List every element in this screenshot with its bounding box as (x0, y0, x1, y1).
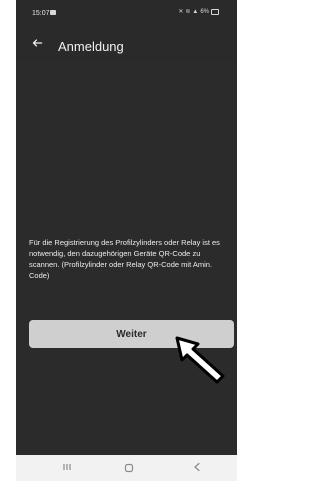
battery-percentage: 6% (200, 9, 209, 15)
status-time: 15:07 (32, 10, 50, 17)
app-bar: Anmeldung (16, 30, 237, 60)
phone-screen: 15:07 ✕ ≋ ▲ 6% Anmeldung Für die Registr… (16, 0, 237, 481)
chevron-left-icon[interactable] (192, 462, 202, 472)
recent-apps-icon[interactable] (62, 462, 72, 472)
main-content: Für die Registrierung des Profilzylinder… (16, 60, 237, 455)
navigation-bar (16, 455, 237, 481)
registration-info-text: Für die Registrierung des Profilzylinder… (29, 238, 220, 280)
image-notification-icon (50, 10, 56, 15)
status-right: ✕ ≋ ▲ 6% (178, 9, 219, 15)
home-icon[interactable] (124, 463, 134, 473)
signal-icon: ▲ (192, 9, 199, 15)
status-bar: 15:07 ✕ ≋ ▲ 6% (16, 0, 237, 28)
arrow-left-icon[interactable] (30, 36, 44, 50)
mute-icon: ✕ (178, 9, 184, 15)
battery-icon (211, 9, 219, 15)
wifi-icon: ≋ (185, 9, 191, 15)
cursor-arrow-icon (175, 336, 225, 384)
page-title: Anmeldung (58, 39, 124, 54)
